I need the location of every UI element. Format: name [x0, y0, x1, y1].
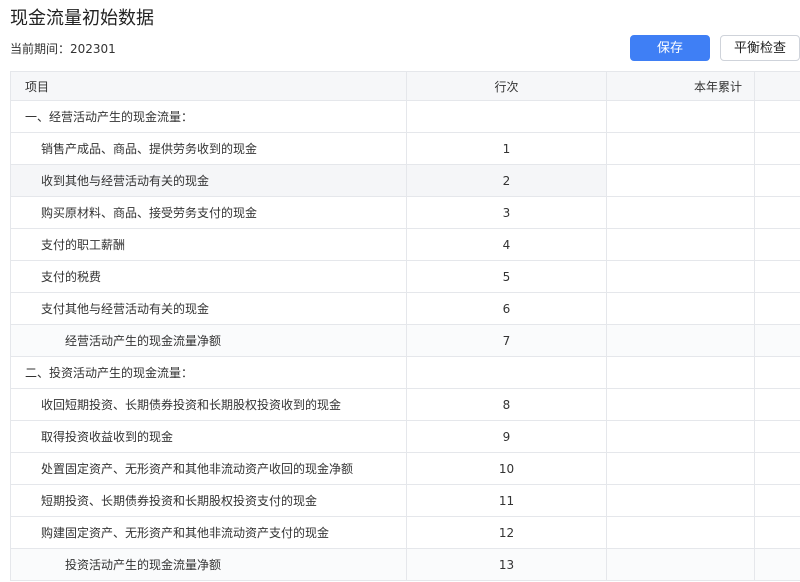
table-row: 支付的税费 5: [10, 260, 800, 293]
table-row: 处置固定资产、无形资产和其他非流动资产收回的现金净额 10: [10, 452, 800, 485]
row-item-label: 处置固定资产、无形资产和其他非流动资产收回的现金净额: [10, 452, 407, 485]
row-item-label: 二、投资活动产生的现金流量：: [10, 356, 407, 389]
balance-check-button[interactable]: 平衡检查: [720, 35, 800, 61]
cash-flow-table: 项目 行次 本年累计 一、经营活动产生的现金流量： 销售产成品、商品、提供劳务收…: [10, 71, 800, 581]
table-row-section-operating: 一、经营活动产生的现金流量：: [10, 100, 800, 133]
row-extra-cell: [754, 356, 800, 389]
table-row-total-investing: 投资活动产生的现金流量净额 13: [10, 548, 800, 581]
table-row: 购买原材料、商品、接受劳务支付的现金 3: [10, 196, 800, 229]
row-line-no: 12: [406, 516, 607, 549]
table-row-total-operating: 经营活动产生的现金流量净额 7: [10, 324, 800, 357]
column-header-line-no: 行次: [406, 71, 607, 101]
table-row: 购建固定资产、无形资产和其他非流动资产支付的现金 12: [10, 516, 800, 549]
row-extra-cell: [754, 420, 800, 453]
row-extra-cell: [754, 132, 800, 165]
table-header-row: 项目 行次 本年累计: [10, 71, 800, 101]
row-item-label: 收回短期投资、长期债券投资和长期股权投资收到的现金: [10, 388, 407, 421]
table-row: 支付的职工薪酬 4: [10, 228, 800, 261]
row-line-no: 7: [406, 324, 607, 357]
row-line-no: 3: [406, 196, 607, 229]
row-extra-cell: [754, 292, 800, 325]
row-ytd-input[interactable]: [606, 484, 755, 517]
row-extra-cell: [754, 260, 800, 293]
row-item-label: 销售产成品、商品、提供劳务收到的现金: [10, 132, 407, 165]
row-ytd-cell: [606, 100, 755, 133]
row-ytd-input[interactable]: [606, 260, 755, 293]
row-ytd-input[interactable]: [606, 292, 755, 325]
row-item-label: 支付的职工薪酬: [10, 228, 407, 261]
row-ytd-input[interactable]: [606, 452, 755, 485]
table-row-section-investing: 二、投资活动产生的现金流量：: [10, 356, 800, 389]
table-row: 收到其他与经营活动有关的现金 2: [10, 164, 800, 197]
table-row: 销售产成品、商品、提供劳务收到的现金 1: [10, 132, 800, 165]
row-line-no: 1: [406, 132, 607, 165]
row-line-no: 10: [406, 452, 607, 485]
row-extra-cell: [754, 228, 800, 261]
row-extra-cell: [754, 164, 800, 197]
row-extra-cell: [754, 516, 800, 549]
row-extra-cell: [754, 388, 800, 421]
row-line-no: 13: [406, 548, 607, 581]
column-header-ytd: 本年累计: [606, 71, 755, 101]
row-extra-cell: [754, 548, 800, 581]
table-row: 取得投资收益收到的现金 9: [10, 420, 800, 453]
row-item-label: 购买原材料、商品、接受劳务支付的现金: [10, 196, 407, 229]
row-item-label: 一、经营活动产生的现金流量：: [10, 100, 407, 133]
table-row: 收回短期投资、长期债券投资和长期股权投资收到的现金 8: [10, 388, 800, 421]
row-item-label: 收到其他与经营活动有关的现金: [10, 164, 407, 197]
row-item-label: 投资活动产生的现金流量净额: [10, 548, 407, 581]
row-line-no: 8: [406, 388, 607, 421]
row-ytd-input[interactable]: [606, 228, 755, 261]
row-line-no: 9: [406, 420, 607, 453]
row-extra-cell: [754, 324, 800, 357]
row-line-no: 11: [406, 484, 607, 517]
row-extra-cell: [754, 100, 800, 133]
page-title: 现金流量初始数据: [10, 8, 154, 29]
row-ytd-cell: [606, 548, 755, 581]
row-extra-cell: [754, 484, 800, 517]
row-ytd-input[interactable]: [606, 388, 755, 421]
row-extra-cell: [754, 196, 800, 229]
row-ytd-input[interactable]: [606, 516, 755, 549]
row-item-label: 支付的税费: [10, 260, 407, 293]
row-ytd-input[interactable]: [606, 420, 755, 453]
row-line-no: 5: [406, 260, 607, 293]
row-ytd-input[interactable]: [606, 196, 755, 229]
current-period-label: 当前期间：202301: [10, 42, 116, 56]
row-line-no: 4: [406, 228, 607, 261]
row-item-label: 取得投资收益收到的现金: [10, 420, 407, 453]
row-item-label: 短期投资、长期债券投资和长期股权投资支付的现金: [10, 484, 407, 517]
row-extra-cell: [754, 452, 800, 485]
column-header-extra: [754, 71, 800, 101]
row-item-label: 购建固定资产、无形资产和其他非流动资产支付的现金: [10, 516, 407, 549]
row-item-label: 经营活动产生的现金流量净额: [10, 324, 407, 357]
column-header-item: 项目: [10, 71, 407, 101]
row-item-label: 支付其他与经营活动有关的现金: [10, 292, 407, 325]
row-line-no: 2: [406, 164, 607, 197]
table-row: 支付其他与经营活动有关的现金 6: [10, 292, 800, 325]
row-line-no: 6: [406, 292, 607, 325]
save-button[interactable]: 保存: [630, 35, 710, 61]
table-row: 短期投资、长期债券投资和长期股权投资支付的现金 11: [10, 484, 800, 517]
row-ytd-input[interactable]: [606, 164, 755, 197]
row-ytd-cell: [606, 356, 755, 389]
row-line-no: [406, 100, 607, 133]
row-ytd-input[interactable]: [606, 132, 755, 165]
row-line-no: [406, 356, 607, 389]
row-ytd-cell: [606, 324, 755, 357]
